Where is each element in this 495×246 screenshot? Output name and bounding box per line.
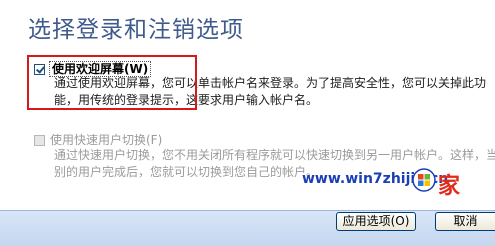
fast-user-switching-checkbox xyxy=(34,135,45,146)
windows-logo-icon xyxy=(412,168,436,192)
site-watermark: www.win7zhijia.cn 家 xyxy=(302,168,472,199)
apply-options-button[interactable]: 应用选项(O) xyxy=(336,212,416,231)
fast-switch-desc-line1: 通过快速用户切换，您不用关闭所有程序就可以快速切换到另一用户帐户。这样，当 xyxy=(54,148,495,162)
button-bar xyxy=(0,210,495,246)
cancel-button[interactable]: 取消 xyxy=(435,212,495,231)
fast-user-switching-option: 使用快速用户切换(F) xyxy=(34,131,162,148)
fast-user-switching-label: 使用快速用户切换(F) xyxy=(50,133,163,147)
watermark-home-glyph: 家 xyxy=(438,173,461,199)
page-title: 选择登录和注销选项 xyxy=(28,17,244,43)
red-highlight-box xyxy=(27,55,197,110)
